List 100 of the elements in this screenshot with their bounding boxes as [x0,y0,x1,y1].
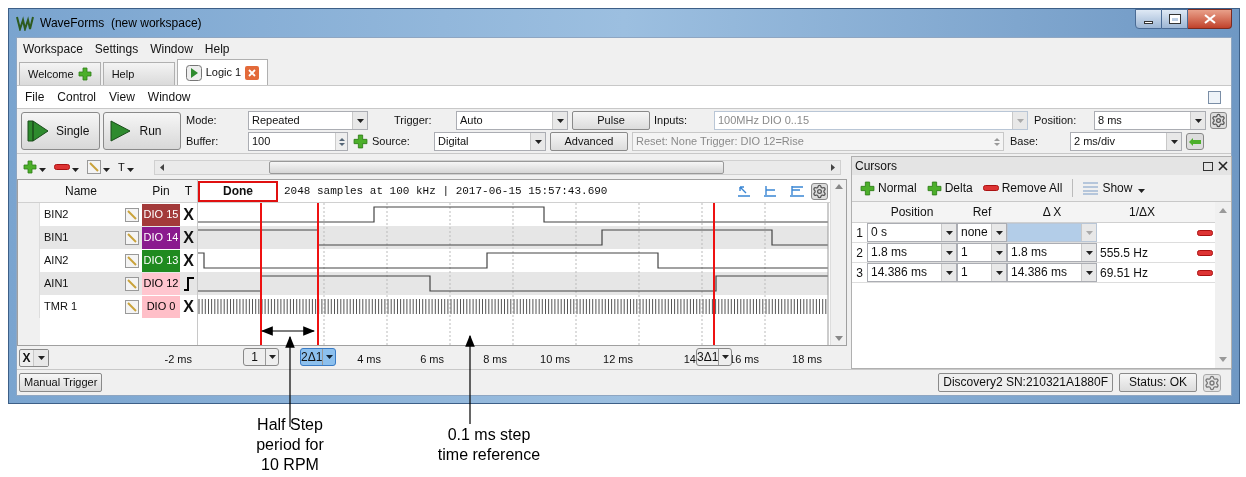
settings-icon[interactable] [811,182,828,200]
axis-tick-label: 12 ms [603,352,633,367]
row-number: 3 [855,264,864,282]
caret-icon [552,112,567,129]
status-button[interactable]: Status: OK [1119,373,1197,392]
caret-icon[interactable] [39,168,46,172]
close-icon[interactable] [1218,161,1228,171]
cursor-ref-select[interactable]: none [957,223,1007,242]
minimize-button[interactable] [1135,9,1162,29]
cursor-position-select[interactable]: 1.8 ms [867,243,957,262]
menu-item[interactable]: Settings [94,40,139,58]
align-left-icon[interactable] [763,184,777,198]
axis-tick-label: 8 ms [483,352,507,367]
cursor-ref-select[interactable]: 1 [957,263,1007,282]
scroll-up-icon[interactable] [834,184,843,189]
source-select[interactable]: Digital [434,132,546,151]
plus-icon [926,180,942,196]
trigger-mode[interactable]: X [183,202,194,227]
double-arrow [260,326,316,336]
caret-icon[interactable] [1138,189,1146,193]
type-menu[interactable]: T [118,158,125,176]
row-number: 2 [855,244,864,262]
cursor-arrow-icon[interactable] [737,184,751,198]
plus-icon [77,67,92,81]
cursor-position-select[interactable]: 14.386 ms [867,263,957,282]
align-lines-icon[interactable] [789,184,805,198]
remove-all-button[interactable]: Remove All [982,179,1063,197]
axis-unit-select[interactable]: X [19,348,49,367]
run-button[interactable]: Run [102,112,181,150]
trigger-select[interactable]: Auto [456,111,568,130]
trigger-mode[interactable]: X [183,225,194,250]
column-header: T [183,183,194,200]
minus-icon [982,185,999,191]
menu-item[interactable]: File [25,88,45,106]
caret-icon [1012,112,1027,129]
trigger-mode[interactable]: X [183,294,194,319]
base-select[interactable]: 2 ms/div [1070,132,1182,151]
menu-item[interactable]: Workspace [23,40,83,58]
cursor-delta-select[interactable]: 1.8 ms [1007,243,1097,262]
cursor-ref-select[interactable]: 1 [957,243,1007,262]
back-arrow-button[interactable] [1186,133,1204,150]
show-menu-button[interactable]: Show [1083,179,1146,197]
settings-icon[interactable] [1210,112,1227,129]
cursor-delta-select[interactable]: 14.386 ms [1007,263,1097,282]
scroll-down-icon[interactable] [1219,357,1227,362]
device-label[interactable]: Discovery2 SN:210321A1880F [938,373,1113,392]
cursor-tag[interactable]: 1 [243,348,279,366]
inputs-select[interactable]: 100MHz DIO 0..15 [714,111,1028,130]
column-header: Pin [151,183,171,200]
trigger-mode[interactable]: X [183,248,194,273]
plus-icon [860,180,875,196]
caret-icon[interactable] [72,168,79,172]
buffer-spinbox[interactable]: 100 [248,132,348,151]
signal-name: TMR 1 [43,299,78,315]
cursor-position-select[interactable]: 0 s [867,223,957,242]
scroll-down-icon[interactable] [834,336,843,341]
scrollbar-thumb[interactable] [268,160,724,174]
close-button[interactable] [1188,9,1232,29]
maximize-button[interactable] [1162,9,1188,29]
add-cursor-button[interactable]: Normal [860,179,917,197]
cursor-tag[interactable]: 2Δ1 [300,348,336,366]
float-icon[interactable] [1203,161,1213,171]
buffer-label: Buffer: [186,134,220,150]
vertical-scrollbar[interactable] [1215,202,1231,368]
column-header: Ref [971,204,993,221]
source-label: Source: [372,134,411,150]
scroll-up-icon[interactable] [1219,208,1227,213]
pulse-button[interactable]: Pulse [572,111,650,130]
axis-tick-label: 6 ms [420,352,444,367]
caret-icon[interactable] [103,168,110,172]
tab[interactable]: Logic 1 [176,59,269,85]
horizontal-scrollbar[interactable] [153,159,841,175]
advanced-button[interactable]: Advanced [550,132,628,151]
cursor-tag[interactable]: 3Δ1 [696,348,732,366]
minus-icon [1197,249,1213,256]
menu-item[interactable]: Window [150,40,193,58]
menu-item[interactable]: View [109,88,135,106]
restore-icon[interactable] [1208,90,1221,104]
settings-icon[interactable] [1203,373,1221,392]
caret-icon [530,133,545,150]
acquisition-info: 2048 samples at 100 kHz | 2017-06-15 15:57:43.690 [284,183,608,199]
caret-icon [1166,133,1181,150]
tab[interactable]: Help [102,62,175,85]
single-button[interactable]: Single [21,112,100,150]
app-logo-icon [16,15,34,31]
mode-select[interactable]: Repeated [248,111,368,130]
rising-edge-icon[interactable] [183,276,194,291]
pin-label: DIO 14 [142,226,180,249]
caret-icon[interactable] [126,168,134,172]
menu-item[interactable]: Help [204,40,230,58]
pencil-icon [125,230,139,245]
axis-tick-label: 10 ms [540,352,570,367]
position-select[interactable]: 8 ms [1094,111,1206,130]
menu-item[interactable]: Control [57,88,97,106]
play-icon [107,119,132,143]
manual-trigger-button[interactable]: Manual Trigger [19,373,103,392]
menu-item[interactable]: Window [147,88,191,106]
vertical-scrollbar[interactable] [830,180,846,345]
tab[interactable]: Welcome [19,62,101,85]
add-cursor-button[interactable]: Delta [926,179,973,197]
